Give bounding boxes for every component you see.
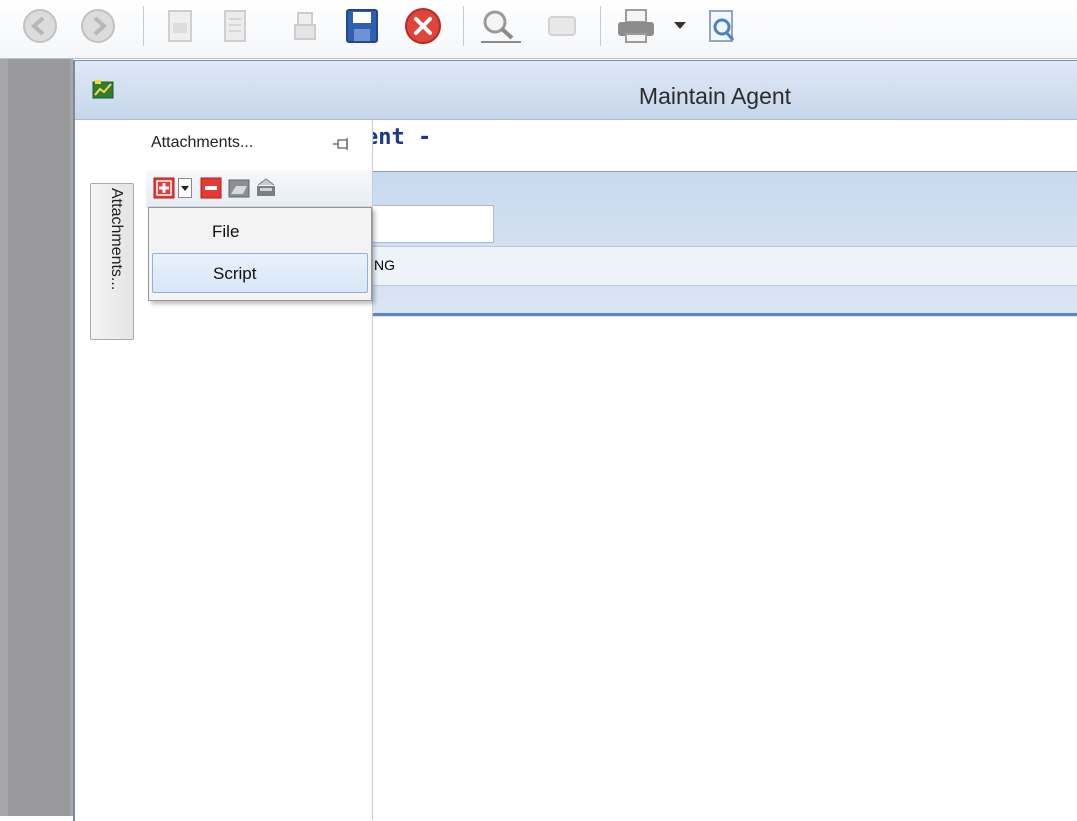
scanner-icon[interactable] [255, 177, 277, 199]
add-attachment-menu: File Script [148, 207, 372, 301]
form-input-field[interactable] [365, 205, 494, 243]
attachments-panel-header: Attachments... [146, 120, 372, 170]
add-icon[interactable] [153, 177, 175, 199]
save-icon[interactable] [340, 4, 384, 48]
dropdown-arrow-icon[interactable] [177, 177, 193, 199]
close-icon[interactable] [400, 4, 446, 48]
open-folder-icon[interactable] [228, 177, 250, 199]
print-preview-icon[interactable] [285, 4, 325, 48]
attachments-side-tab[interactable]: Attachments... [90, 183, 134, 340]
form-row-value: NG [374, 257, 395, 273]
desktop-background [0, 59, 73, 816]
document-icon[interactable] [160, 4, 200, 48]
form-panel [370, 171, 1077, 317]
attachments-panel-title: Attachments... [151, 134, 254, 151]
menu-item-script-label: Script [213, 264, 257, 283]
side-tab-strip: Attachments... [75, 120, 147, 820]
attachments-toolbar [146, 170, 372, 207]
window-titlebar: Maintain Agent [75, 61, 1077, 120]
attachments-side-tab-label: Attachments... [108, 188, 125, 291]
form-header: ent - [365, 125, 432, 150]
maintain-agent-window: Maintain Agent Attachments... ent - NG A… [73, 60, 1077, 821]
search-icon[interactable] [476, 4, 526, 48]
form-bottom-border [370, 313, 1077, 316]
zoom-document-icon[interactable] [700, 4, 744, 48]
remove-icon[interactable] [200, 177, 222, 199]
forward-icon[interactable] [76, 4, 120, 48]
notes-icon[interactable] [215, 4, 255, 48]
print-icon[interactable] [613, 4, 659, 48]
main-toolbar [0, 0, 1077, 59]
back-icon[interactable] [18, 4, 62, 48]
form-row: NG [370, 246, 1077, 286]
pin-icon[interactable] [332, 136, 350, 152]
dropdown-arrow-icon[interactable] [668, 4, 692, 48]
menu-item-script[interactable]: Script [152, 253, 368, 293]
window-title: Maintain Agent [638, 83, 792, 109]
menu-item-file-label: File [212, 222, 240, 241]
menu-item-file[interactable]: File [152, 212, 366, 250]
refresh-icon[interactable] [540, 4, 584, 48]
